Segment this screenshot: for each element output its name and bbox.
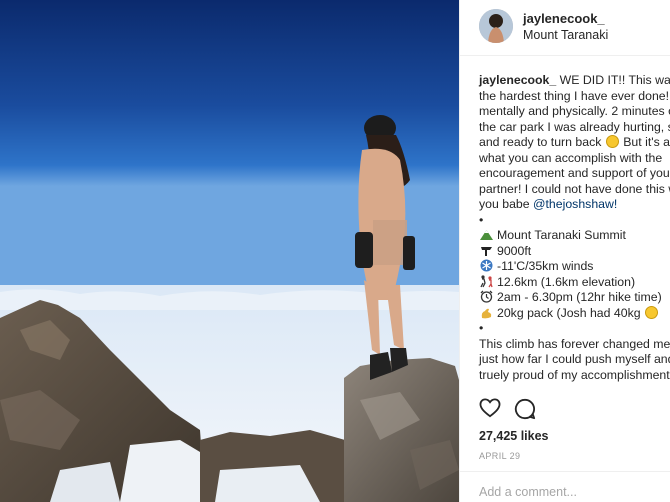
flexed-bicep-icon <box>479 306 494 319</box>
caption-line: 12.6km (1.6km elevation) <box>497 274 636 289</box>
caption-line: WE DID IT!! This was B <box>559 73 670 87</box>
mountain-icon <box>479 228 494 241</box>
likes-count[interactable]: 27,425 likes <box>479 429 549 443</box>
post-photo[interactable] <box>0 0 459 502</box>
post-username[interactable]: jaylenecook_ <box>523 11 605 26</box>
comment-icon[interactable] <box>514 398 536 425</box>
caption-line: partner! I could not have done this w <box>479 181 670 196</box>
caption-line: encouragement and support of your <box>479 166 670 180</box>
grimace-emoji-icon <box>605 135 619 148</box>
caption-line: Mount Taranaki Summit <box>497 228 626 242</box>
caption-bullet: • <box>479 212 484 227</box>
post-date[interactable]: APRIL 29 <box>479 451 520 461</box>
snowflake-icon <box>479 259 494 272</box>
hikers-icon <box>479 274 494 288</box>
caption-line: just how far I could push myself and <box>479 352 670 366</box>
mention-link[interactable]: @thejoshshaw! <box>533 197 617 211</box>
caption-line: mentally and physically. 2 minutes o <box>479 104 670 118</box>
caption-line: the hardest thing I have ever done! <box>479 88 670 103</box>
caption-line: 20kg pack (Josh had 40kg <box>497 305 641 320</box>
scream-emoji-icon <box>644 305 658 319</box>
caption-line: 2am - 6.30pm (12hr hike time) <box>497 290 662 304</box>
caption-bullet: • <box>479 321 484 335</box>
caption-line: This climb has forever changed me. I <box>479 336 670 351</box>
post-location[interactable]: Mount Taranaki <box>523 28 608 42</box>
post-sidebar: jaylenecook_ Mount Taranaki jaylenecook_… <box>459 0 670 502</box>
caption-line: and ready to turn back <box>479 135 602 149</box>
add-comment-input[interactable]: Add a comment... <box>479 485 577 499</box>
caption-line: -11'C/35km winds <box>497 259 594 273</box>
alarm-clock-icon <box>479 290 494 303</box>
avatar[interactable] <box>479 9 513 43</box>
caption-username[interactable]: jaylenecook_ <box>479 73 556 87</box>
caption-line: 9000ft <box>497 243 532 258</box>
caption-line: the car park I was already hurting, s <box>479 119 670 134</box>
post-caption: jaylenecook_ WE DID IT!! This was B the … <box>479 73 670 383</box>
caption-line: what you can accomplish with the <box>479 150 663 165</box>
caption-line: you babe <box>479 197 530 211</box>
bow-icon <box>479 244 494 257</box>
post-header: jaylenecook_ Mount Taranaki <box>460 0 670 56</box>
caption-line: truely proud of my accomplishment. <box>479 367 670 382</box>
divider <box>460 471 670 472</box>
heart-icon[interactable] <box>479 398 501 423</box>
caption-line: But it's a <box>623 135 670 149</box>
